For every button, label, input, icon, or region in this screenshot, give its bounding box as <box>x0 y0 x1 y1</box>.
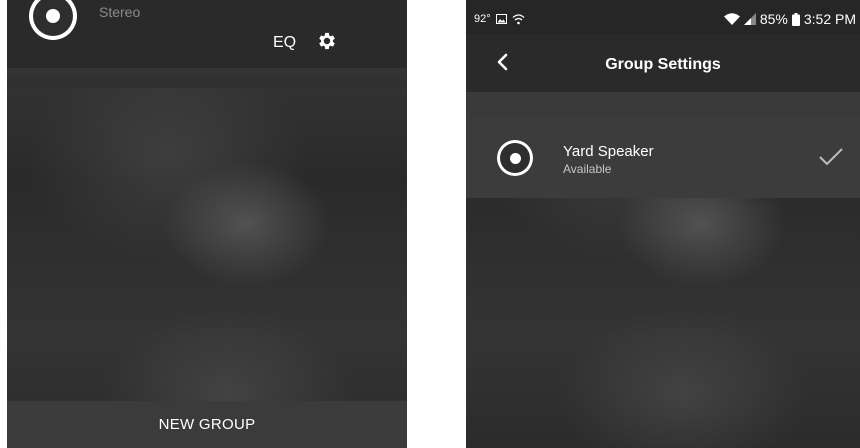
eq-button[interactable]: EQ <box>273 34 296 52</box>
status-right: 85% 3:52 PM <box>723 11 856 27</box>
app-bar: Group Settings <box>466 34 860 92</box>
checkmark-icon[interactable] <box>818 146 844 168</box>
signal-icon <box>743 13 756 25</box>
right-screen: 92° 85% 3:52 PM Group Settings Yard Spea… <box>466 0 860 448</box>
speaker-icon <box>29 0 77 40</box>
status-bar: 92° 85% 3:52 PM <box>466 0 860 34</box>
group-type-label: Stereo <box>99 4 141 20</box>
status-left: 92° <box>474 13 525 25</box>
battery-percent: 85% <box>759 11 788 27</box>
section-divider <box>7 68 407 88</box>
speaker-status: Available <box>563 162 612 176</box>
battery-icon <box>791 12 800 26</box>
speaker-name: Yard Speaker <box>563 143 654 160</box>
page-title: Group Settings <box>605 56 721 73</box>
wifi-icon <box>723 13 740 25</box>
gear-icon[interactable] <box>316 30 338 52</box>
speaker-icon <box>497 140 533 176</box>
list-item-speaker[interactable]: Yard Speaker Available <box>466 118 860 198</box>
new-group-button[interactable]: NEW GROUP <box>7 401 407 448</box>
temperature: 92° <box>474 13 491 25</box>
image-icon <box>495 14 507 24</box>
section-divider <box>466 92 860 118</box>
clock: 3:52 PM <box>803 11 856 27</box>
wifi-icon <box>512 13 525 24</box>
left-screen: Stereo EQ NEW GROUP <box>7 0 407 448</box>
speaker-header: Stereo EQ <box>7 0 407 68</box>
